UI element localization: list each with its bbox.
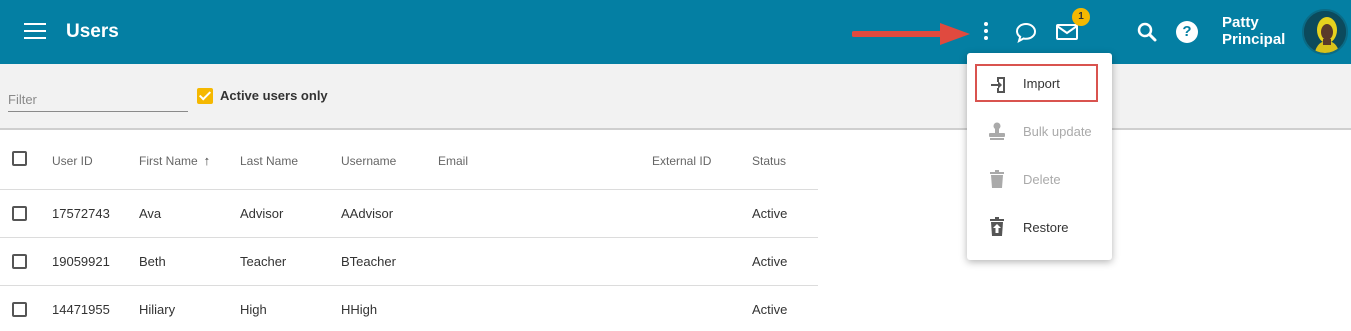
filter-input[interactable] <box>8 88 188 112</box>
restore-icon <box>990 217 1004 236</box>
column-header-user-id[interactable]: User ID <box>52 132 93 189</box>
annotation-arrow-icon <box>852 23 970 45</box>
menu-item-delete-label: Delete <box>1023 171 1061 187</box>
more-options-menu: Import Bulk update Delete Restore <box>967 53 1112 260</box>
stamp-icon <box>989 122 1005 140</box>
column-header-external-id[interactable]: External ID <box>652 132 711 189</box>
last-name-cell: Advisor <box>240 206 284 221</box>
column-header-status[interactable]: Status <box>752 132 786 189</box>
menu-item-bulk-update-label: Bulk update <box>1023 123 1092 139</box>
sort-ascending-icon: ↑ <box>203 153 211 168</box>
app-header: Users 1 ? Patty Principal <box>0 0 1351 64</box>
column-header-last-name[interactable]: Last Name <box>240 132 298 189</box>
active-users-label[interactable]: Active users only <box>220 88 328 103</box>
import-icon <box>991 77 1005 93</box>
table-row: 14471955 Hiliary High HHigh Active <box>0 286 818 331</box>
select-all-checkbox[interactable] <box>12 151 27 166</box>
column-header-first-name-label: First Name <box>139 153 198 168</box>
table-row: 17572743 Ava Advisor AAdvisor Active <box>0 190 818 238</box>
user-name[interactable]: Patty Principal <box>1222 14 1302 48</box>
row-checkbox[interactable] <box>12 254 27 269</box>
username-cell: HHigh <box>341 302 378 317</box>
row-checkbox[interactable] <box>12 206 27 221</box>
table-header-row: User ID First Name ↑ Last Name Username … <box>0 132 818 190</box>
page-title: Users <box>66 21 119 42</box>
first-name-cell: Hiliary <box>139 302 176 317</box>
column-header-first-name[interactable]: First Name ↑ <box>139 132 210 189</box>
filter-bar: Active users only <box>0 64 1351 130</box>
first-name-cell: Ava <box>139 206 162 221</box>
help-icon[interactable]: ? <box>1176 21 1198 43</box>
trash-icon <box>990 170 1004 188</box>
username-cell: BTeacher <box>341 254 396 269</box>
active-users-checkbox[interactable] <box>197 88 213 104</box>
status-cell: Active <box>752 254 788 269</box>
menu-item-restore[interactable]: Restore <box>975 208 1098 246</box>
avatar-image <box>1304 11 1346 53</box>
menu-item-restore-label: Restore <box>1023 219 1069 235</box>
column-header-email[interactable]: Email <box>438 132 468 189</box>
last-name-cell: Teacher <box>240 254 287 269</box>
hamburger-menu-icon[interactable] <box>24 23 46 41</box>
users-table: User ID First Name ↑ Last Name Username … <box>0 132 818 331</box>
user-id-link[interactable]: 14471955 <box>52 286 110 331</box>
menu-item-delete[interactable]: Delete <box>975 160 1098 198</box>
chat-icon[interactable] <box>1014 20 1038 44</box>
status-cell: Active <box>752 302 788 317</box>
menu-item-import[interactable]: Import <box>975 64 1098 102</box>
username-cell: AAdvisor <box>341 206 394 221</box>
user-id-link[interactable]: 19059921 <box>52 238 110 285</box>
menu-item-bulk-update[interactable]: Bulk update <box>975 112 1098 150</box>
status-cell: Active <box>752 206 788 221</box>
user-id-link[interactable]: 17572743 <box>52 190 110 237</box>
table-row: 19059921 Beth Teacher BTeacher Active <box>0 238 818 286</box>
avatar[interactable] <box>1302 9 1348 55</box>
last-name-cell: High <box>240 302 267 317</box>
column-header-username[interactable]: Username <box>341 132 396 189</box>
mail-button[interactable]: 1 <box>1055 8 1090 44</box>
menu-item-import-label: Import <box>1023 75 1060 91</box>
search-icon[interactable] <box>1136 21 1158 43</box>
more-options-icon[interactable] <box>978 20 994 44</box>
row-checkbox[interactable] <box>12 302 27 317</box>
first-name-cell: Beth <box>139 254 166 269</box>
notification-badge: 1 <box>1072 8 1090 26</box>
